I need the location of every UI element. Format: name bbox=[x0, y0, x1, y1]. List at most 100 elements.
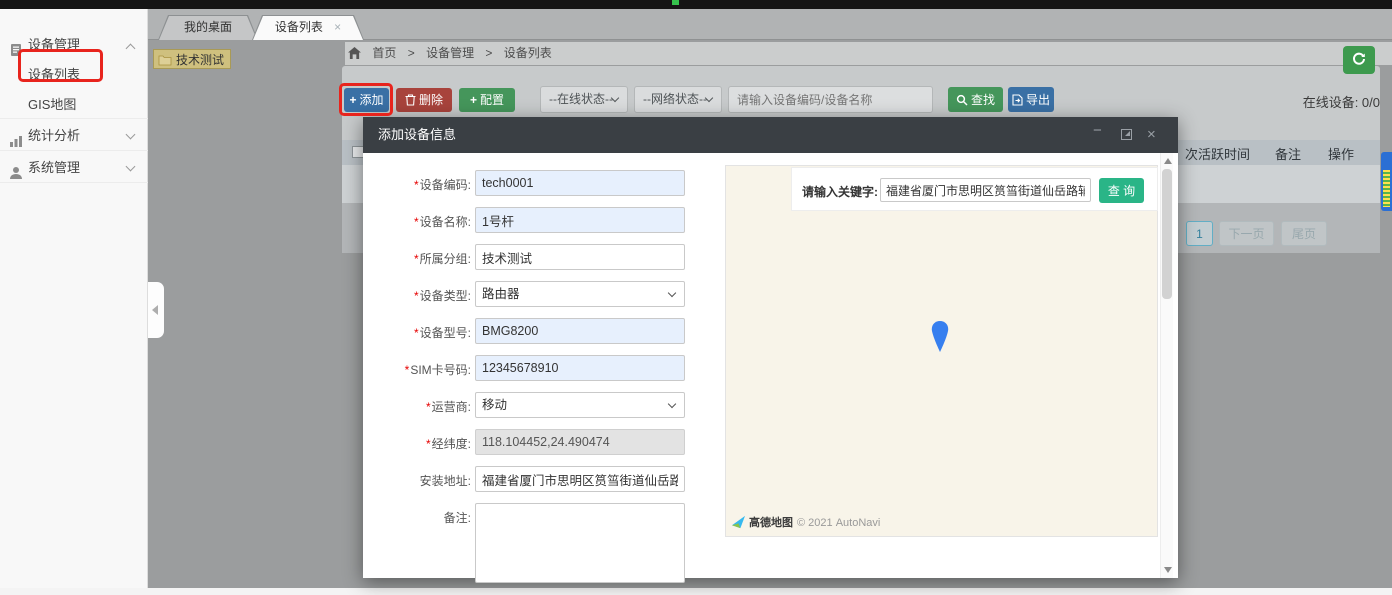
breadcrumb-sep: > bbox=[408, 46, 415, 60]
home-icon bbox=[348, 47, 361, 59]
required-star: * bbox=[414, 178, 419, 192]
map-query-button[interactable]: 查 询 bbox=[1099, 178, 1144, 203]
find-button[interactable]: 查找 bbox=[948, 87, 1003, 112]
form-row-coordinates: *经纬度: bbox=[363, 429, 703, 455]
form-row-device-model: *设备型号: bbox=[363, 318, 703, 344]
sidebar-separator bbox=[0, 150, 148, 151]
device-type-select[interactable]: 路由器 bbox=[475, 281, 685, 307]
dialog-scrollbar bbox=[1160, 153, 1173, 578]
equalizer-bars-icon bbox=[1383, 170, 1390, 207]
chevron-down-icon bbox=[126, 162, 136, 172]
field-label: 安装地址: bbox=[420, 474, 471, 488]
network-status-select[interactable]: --网络状态-- bbox=[634, 86, 722, 113]
required-star: * bbox=[414, 326, 419, 340]
minimize-icon[interactable]: − bbox=[1093, 123, 1102, 139]
refresh-button[interactable] bbox=[1343, 46, 1375, 74]
device-search-input[interactable] bbox=[728, 86, 933, 113]
chevron-down-icon bbox=[126, 130, 136, 140]
refresh-icon bbox=[1351, 51, 1367, 67]
page-1-button[interactable]: 1 bbox=[1186, 221, 1213, 246]
breadcrumb-home[interactable]: 首页 bbox=[372, 46, 396, 60]
chevron-down-icon bbox=[668, 400, 676, 408]
map-panel[interactable]: 请输入关键字: 查 询 高德地图 © 2021 AutoNavi bbox=[725, 165, 1158, 537]
device-management-app: 设备管理 设备列表 GIS地图 统计分析 系统管理 bbox=[0, 0, 1392, 595]
scroll-up-arrow[interactable] bbox=[1164, 158, 1172, 164]
network-status-value: --网络状态-- bbox=[643, 92, 707, 106]
sidebar-item-label: GIS地图 bbox=[28, 90, 76, 120]
scrollbar-thumb[interactable] bbox=[1162, 169, 1172, 299]
field-label: 设备编码: bbox=[420, 178, 471, 192]
breadcrumb: 首页 > 设备管理 > 设备列表 bbox=[345, 42, 1392, 65]
sidebar-separator bbox=[0, 118, 148, 119]
sidebar-item-system[interactable]: 系统管理 bbox=[0, 153, 148, 183]
delete-label: 删除 bbox=[419, 93, 443, 107]
form-row-device-name: *设备名称: bbox=[363, 207, 703, 233]
online-device-count: 在线设备: 0/0 bbox=[1230, 92, 1380, 111]
export-label: 导出 bbox=[1026, 93, 1050, 107]
next-page-button[interactable]: 下一页 bbox=[1219, 221, 1274, 246]
browser-extension-widget[interactable] bbox=[1381, 152, 1392, 211]
device-code-input[interactable] bbox=[475, 170, 685, 196]
field-label: 设备类型: bbox=[420, 289, 471, 303]
breadcrumb-device-list[interactable]: 设备列表 bbox=[504, 46, 552, 60]
sidebar-collapse-handle[interactable] bbox=[148, 282, 164, 338]
scroll-down-arrow[interactable] bbox=[1164, 567, 1172, 573]
required-star: * bbox=[426, 437, 431, 451]
configure-device-button[interactable]: +配置 bbox=[459, 88, 515, 112]
map-marker-icon bbox=[931, 321, 949, 355]
field-label: 所属分组: bbox=[420, 252, 471, 266]
form-row-device-code: *设备编码: bbox=[363, 170, 703, 196]
coordinates-input bbox=[475, 429, 685, 455]
map-keyword-bar: 请输入关键字: 查 询 bbox=[791, 167, 1158, 211]
map-brand: 高德地图 bbox=[749, 517, 793, 529]
device-model-input[interactable] bbox=[475, 318, 685, 344]
required-star: * bbox=[414, 289, 419, 303]
topbar-green-tick bbox=[672, 0, 679, 5]
tab-my-desktop[interactable]: 我的桌面 bbox=[158, 15, 258, 40]
online-status-value: --在线状态-- bbox=[549, 92, 613, 106]
sidebar-item-gis-map[interactable]: GIS地图 bbox=[0, 90, 148, 120]
sidebar-item-statistics[interactable]: 统计分析 bbox=[0, 121, 148, 151]
chevron-down-icon bbox=[668, 289, 676, 297]
breadcrumb-device-management[interactable]: 设备管理 bbox=[426, 46, 474, 60]
sidebar-separator bbox=[0, 182, 148, 183]
keyword-input[interactable] bbox=[880, 178, 1091, 202]
find-label: 查找 bbox=[971, 93, 995, 107]
required-star: * bbox=[405, 363, 410, 377]
group-input[interactable] bbox=[475, 244, 685, 270]
field-label: 备注: bbox=[444, 511, 471, 525]
map-copyright: © 2021 AutoNavi bbox=[797, 517, 880, 529]
online-status-select[interactable]: --在线状态-- bbox=[540, 86, 628, 113]
tree-node-tech-test[interactable]: 技术测试 bbox=[153, 49, 231, 69]
delete-device-button[interactable]: 删除 bbox=[396, 88, 452, 112]
user-icon bbox=[9, 161, 23, 175]
maximize-icon[interactable] bbox=[1121, 129, 1132, 140]
plus-icon: + bbox=[470, 93, 477, 107]
maximize-arrow bbox=[1125, 131, 1130, 136]
install-address-input[interactable] bbox=[475, 466, 685, 492]
last-page-button[interactable]: 尾页 bbox=[1281, 221, 1327, 246]
export-button[interactable]: 导出 bbox=[1008, 87, 1054, 112]
keyword-label: 请输入关键字: bbox=[802, 183, 878, 200]
tab-device-list[interactable]: 设备列表 × bbox=[252, 15, 364, 40]
form-row-remark: 备注: bbox=[363, 503, 703, 583]
dialog-header[interactable]: 添加设备信息 − × bbox=[363, 117, 1178, 153]
close-icon[interactable]: × bbox=[1147, 127, 1156, 143]
form-row-device-type: *设备类型: 路由器 bbox=[363, 281, 703, 307]
config-label: 配置 bbox=[480, 93, 504, 107]
device-name-input[interactable] bbox=[475, 207, 685, 233]
required-star: * bbox=[414, 252, 419, 266]
tab-close-icon[interactable]: × bbox=[334, 20, 341, 34]
sidebar: 设备管理 设备列表 GIS地图 统计分析 系统管理 bbox=[0, 9, 148, 588]
carrier-select[interactable]: 移动 bbox=[475, 392, 685, 418]
chart-icon bbox=[9, 129, 23, 143]
tab-label: 我的桌面 bbox=[184, 20, 232, 34]
group-tree-panel: 技术测试 bbox=[148, 40, 345, 588]
form-row-group: *所属分组: bbox=[363, 244, 703, 270]
sim-number-input[interactable] bbox=[475, 355, 685, 381]
annotation-box-device-list bbox=[18, 49, 103, 82]
field-label: 运营商: bbox=[432, 400, 471, 414]
search-icon bbox=[956, 94, 968, 106]
remark-textarea[interactable] bbox=[475, 503, 685, 583]
device-type-value: 路由器 bbox=[482, 287, 520, 301]
